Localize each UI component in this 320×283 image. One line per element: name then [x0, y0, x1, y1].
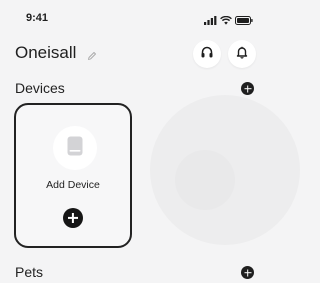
page-title: Oneisall	[15, 43, 77, 62]
background-decoration	[175, 150, 235, 210]
signal-icon	[204, 12, 217, 30]
devices-title: Devices	[15, 80, 65, 96]
add-pet-plus-icon[interactable]	[241, 266, 254, 279]
add-device-card[interactable]: Add Device	[14, 103, 132, 248]
support-button[interactable]	[193, 40, 221, 68]
status-time: 9:41	[26, 12, 49, 24]
pets-title: Pets	[15, 264, 44, 280]
notifications-button[interactable]	[228, 40, 256, 68]
device-icon-wrap	[53, 126, 97, 170]
headphones-icon	[200, 45, 214, 64]
device-icon	[67, 136, 83, 161]
wifi-icon	[220, 12, 232, 30]
add-device-plus-icon[interactable]	[241, 82, 254, 95]
devices-section-header: Devices	[0, 79, 267, 99]
add-device-label: Add Device	[46, 179, 100, 191]
add-device-plus-icon[interactable]	[63, 208, 83, 228]
header: Oneisall	[0, 40, 267, 70]
battery-icon	[235, 12, 253, 30]
status-bar: 9:41	[0, 0, 267, 30]
bell-icon	[235, 45, 249, 64]
pets-section-header: Pets	[0, 263, 267, 283]
status-icons	[204, 12, 253, 30]
pencil-icon[interactable]	[87, 48, 97, 66]
